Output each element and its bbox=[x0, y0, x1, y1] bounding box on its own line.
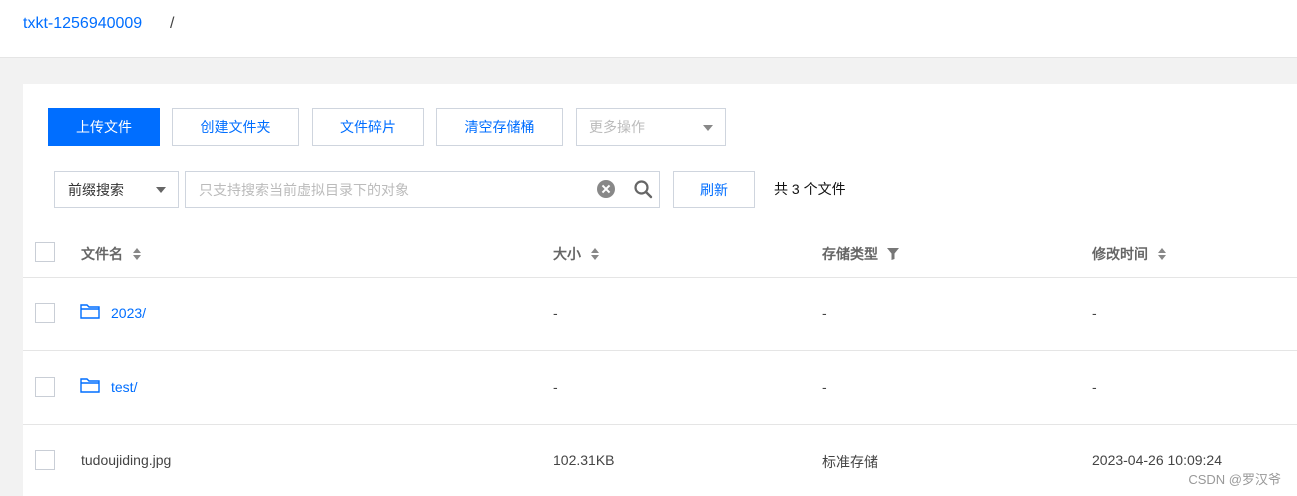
select-all-checkbox[interactable] bbox=[35, 242, 55, 262]
top-bar: txkt-1256940009 / bbox=[0, 0, 1297, 58]
column-header-modified: 修改时间 bbox=[1092, 244, 1167, 264]
header-divider bbox=[23, 277, 1297, 278]
file-size: - bbox=[553, 305, 558, 321]
file-size: - bbox=[553, 379, 558, 395]
column-modified-label: 修改时间 bbox=[1092, 246, 1148, 262]
column-header-storage-type: 存储类型 bbox=[822, 244, 899, 264]
search-input[interactable] bbox=[186, 172, 586, 207]
column-header-size: 大小 bbox=[553, 244, 600, 264]
sort-icon[interactable] bbox=[590, 248, 600, 260]
modified-time: - bbox=[1092, 379, 1097, 395]
file-name-link[interactable]: test/ bbox=[111, 379, 137, 395]
file-count: 共 3 个文件 bbox=[774, 181, 846, 197]
column-size-label: 大小 bbox=[553, 246, 581, 262]
chevron-down-icon bbox=[156, 187, 166, 193]
row-checkbox[interactable] bbox=[35, 303, 55, 323]
row-divider bbox=[23, 424, 1297, 425]
modified-time: 2023-04-26 10:09:24 bbox=[1092, 452, 1222, 468]
storage-type: 标准存储 bbox=[822, 454, 878, 470]
column-storage-label: 存储类型 bbox=[822, 246, 878, 262]
row-checkbox[interactable] bbox=[35, 377, 55, 397]
row-checkbox[interactable] bbox=[35, 450, 55, 470]
more-actions-dropdown[interactable]: 更多操作 bbox=[576, 108, 726, 146]
column-name-label: 文件名 bbox=[81, 246, 123, 262]
create-folder-button[interactable]: 创建文件夹 bbox=[172, 108, 299, 146]
search-icon[interactable] bbox=[633, 179, 653, 199]
upload-file-button[interactable]: 上传文件 bbox=[48, 108, 160, 146]
refresh-button[interactable]: 刷新 bbox=[673, 171, 755, 208]
column-header-name: 文件名 bbox=[81, 244, 142, 264]
modified-time: - bbox=[1092, 305, 1097, 321]
filter-icon[interactable] bbox=[887, 248, 899, 260]
file-size: 102.31KB bbox=[553, 452, 615, 468]
chevron-down-icon bbox=[703, 125, 713, 131]
storage-type: - bbox=[822, 305, 827, 321]
storage-type: - bbox=[822, 379, 827, 395]
clear-bucket-button[interactable]: 清空存储桶 bbox=[436, 108, 563, 146]
file-name-text[interactable]: tudoujiding.jpg bbox=[81, 452, 171, 468]
row-divider bbox=[23, 350, 1297, 351]
watermark: CSDN @罗汉爷 bbox=[1188, 472, 1281, 487]
search-box bbox=[185, 171, 660, 208]
breadcrumb-bucket-link[interactable]: txkt-1256940009 bbox=[23, 15, 142, 33]
more-actions-label: 更多操作 bbox=[589, 119, 645, 135]
breadcrumb-separator: / bbox=[170, 15, 175, 32]
sort-icon[interactable] bbox=[132, 248, 142, 260]
folder-icon bbox=[80, 378, 100, 393]
clear-icon[interactable] bbox=[597, 180, 615, 198]
file-name-link[interactable]: 2023/ bbox=[111, 305, 146, 321]
file-fragments-button[interactable]: 文件碎片 bbox=[312, 108, 424, 146]
search-mode-label: 前缀搜索 bbox=[68, 181, 124, 198]
search-mode-dropdown[interactable]: 前缀搜索 bbox=[54, 171, 179, 208]
file-list-panel: 上传文件 创建文件夹 文件碎片 清空存储桶 更多操作 前缀搜索 刷新 共 3 个… bbox=[23, 84, 1297, 496]
folder-icon bbox=[80, 304, 100, 319]
sort-icon[interactable] bbox=[1157, 248, 1167, 260]
